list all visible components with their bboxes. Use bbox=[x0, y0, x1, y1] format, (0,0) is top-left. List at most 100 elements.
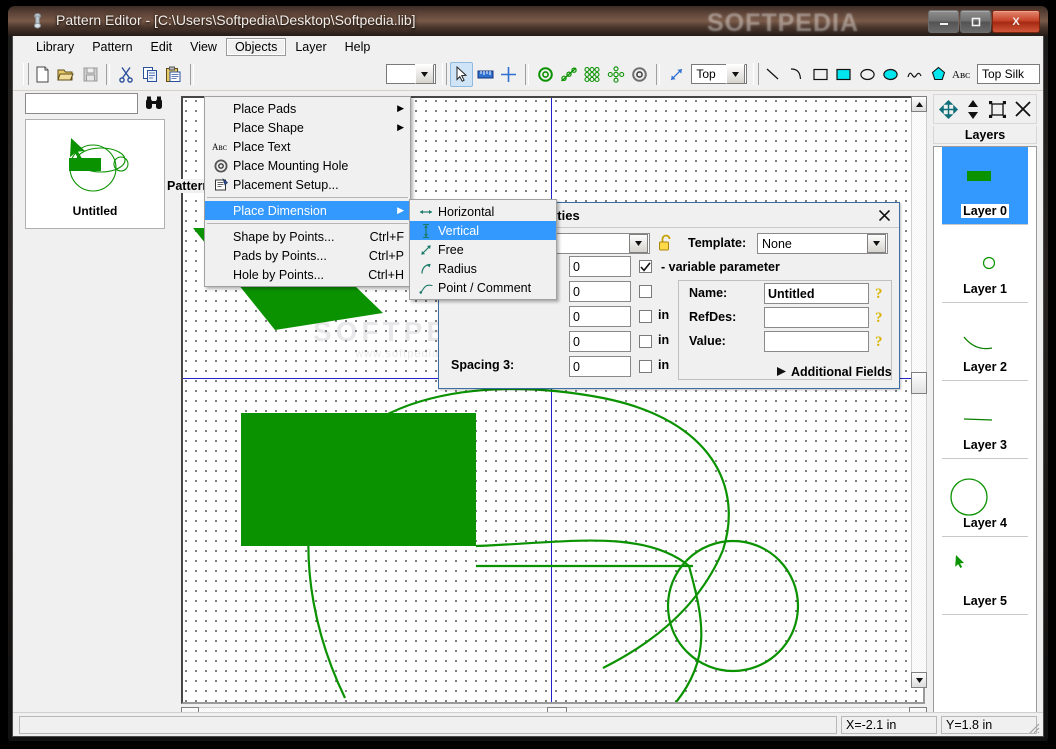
toolbar-grip-3[interactable] bbox=[753, 63, 759, 85]
submenu-label: Vertical bbox=[438, 223, 479, 238]
layer-item-2[interactable]: Layer 2 bbox=[942, 303, 1028, 381]
scroll-down-button[interactable] bbox=[911, 672, 927, 688]
layers-list[interactable]: Layer 0 Layer 1 Layer 2 Layer 3 Layer 4 … bbox=[933, 146, 1037, 728]
copy-button[interactable] bbox=[139, 62, 162, 87]
measure-button[interactable] bbox=[474, 62, 497, 87]
cut-button[interactable] bbox=[115, 62, 138, 87]
menu-edit[interactable]: Edit bbox=[142, 38, 182, 56]
layer-item-5[interactable]: Layer 5 bbox=[942, 537, 1028, 615]
menu-library[interactable]: Library bbox=[27, 38, 83, 56]
triangle-right-icon[interactable] bbox=[777, 367, 786, 376]
place-pads-radial-button[interactable] bbox=[605, 62, 628, 87]
draw-ellipse-button[interactable] bbox=[856, 62, 879, 87]
menu-item-place-dimension[interactable]: Place Dimension ▶ bbox=[205, 201, 410, 220]
draw-polyline-button[interactable] bbox=[903, 62, 926, 87]
param-input-2[interactable] bbox=[569, 306, 631, 327]
submenu-item-free[interactable]: Free bbox=[410, 240, 556, 259]
template-combo[interactable]: None bbox=[757, 233, 888, 254]
menu-item-place-pads[interactable]: Place Pads ▶ bbox=[205, 99, 410, 118]
menu-item-placement-setup[interactable]: Placement Setup... bbox=[205, 175, 410, 194]
open-file-button[interactable] bbox=[55, 62, 78, 87]
zoom-combo[interactable] bbox=[386, 64, 436, 84]
layer-item-1[interactable]: Layer 1 bbox=[942, 225, 1028, 303]
draw-rectangle-button[interactable] bbox=[809, 62, 832, 87]
layer-thumbnail bbox=[963, 336, 993, 350]
draw-rectangle-filled-button[interactable] bbox=[832, 62, 855, 87]
menu-item-pads-by-points[interactable]: Pads by Points... Ctrl+P bbox=[205, 246, 410, 265]
menu-item-hole-by-points[interactable]: Hole by Points... Ctrl+H bbox=[205, 265, 410, 284]
delete-x-icon[interactable] bbox=[1014, 100, 1032, 118]
menu-item-place-mounting-hole[interactable]: Place Mounting Hole bbox=[205, 156, 410, 175]
param-checkbox-1[interactable] bbox=[639, 285, 652, 298]
placement-setup-icon bbox=[211, 176, 231, 193]
param-checkbox-2[interactable] bbox=[639, 310, 652, 323]
crosshair-button[interactable] bbox=[498, 62, 521, 87]
submenu-item-horizontal[interactable]: Horizontal bbox=[410, 202, 556, 221]
question-mark-icon[interactable]: ? bbox=[875, 285, 887, 301]
menu-item-place-text[interactable]: Aʙᴄ Place Text bbox=[205, 137, 410, 156]
move-cross-icon[interactable] bbox=[938, 99, 959, 120]
place-text-button[interactable]: Aʙᴄ bbox=[950, 62, 973, 87]
save-file-button[interactable] bbox=[79, 62, 102, 87]
submenu-item-radius[interactable]: Radius bbox=[410, 259, 556, 278]
menu-pattern[interactable]: Pattern bbox=[83, 38, 141, 56]
vertical-scroll-thumb[interactable] bbox=[911, 372, 927, 394]
new-file-button[interactable] bbox=[32, 62, 55, 87]
submenu-item-vertical[interactable]: Vertical bbox=[410, 221, 556, 240]
layer-combo[interactable]: Top bbox=[691, 64, 748, 84]
menu-layer[interactable]: Layer bbox=[286, 38, 335, 56]
search-input[interactable] bbox=[25, 93, 138, 114]
minimize-button[interactable] bbox=[928, 10, 959, 33]
draw-line-button[interactable] bbox=[762, 62, 785, 87]
layer-item-4[interactable]: Layer 4 bbox=[942, 459, 1028, 537]
menu-view[interactable]: View bbox=[181, 38, 226, 56]
param-checkbox-3[interactable] bbox=[639, 335, 652, 348]
place-pads-line-button[interactable] bbox=[558, 62, 581, 87]
menu-separator bbox=[207, 223, 408, 224]
place-pad-button[interactable] bbox=[534, 62, 557, 87]
fit-selection-icon[interactable] bbox=[988, 100, 1007, 119]
draw-arc-button[interactable] bbox=[785, 62, 808, 87]
padlock-open-icon[interactable] bbox=[658, 233, 674, 253]
place-pads-matrix-button[interactable] bbox=[581, 62, 604, 87]
layer-item-0[interactable]: Layer 0 bbox=[942, 147, 1028, 225]
param-input-4[interactable] bbox=[569, 356, 631, 377]
toolbar-grip[interactable] bbox=[23, 63, 29, 85]
pattern-list[interactable]: Untitled bbox=[25, 119, 165, 229]
draw-polygon-button[interactable] bbox=[927, 62, 950, 87]
param-input-3[interactable] bbox=[569, 331, 631, 352]
param-checkbox-0[interactable] bbox=[639, 260, 652, 273]
question-mark-icon[interactable]: ? bbox=[875, 333, 887, 349]
value-input[interactable] bbox=[764, 331, 869, 352]
close-button[interactable]: X bbox=[992, 10, 1040, 33]
refdes-input[interactable] bbox=[764, 307, 869, 328]
place-dimension-button[interactable] bbox=[665, 62, 688, 87]
up-down-arrows-icon[interactable] bbox=[966, 99, 980, 120]
submenu-item-point-comment[interactable]: Point / Comment bbox=[410, 278, 556, 297]
place-mounting-hole-button[interactable] bbox=[628, 62, 651, 87]
maximize-button[interactable] bbox=[960, 10, 991, 33]
menu-item-place-shape[interactable]: Place Shape ▶ bbox=[205, 118, 410, 137]
select-arrow-button[interactable] bbox=[450, 61, 473, 87]
menu-help[interactable]: Help bbox=[336, 38, 380, 56]
pattern-thumbnail-item[interactable]: Untitled bbox=[26, 120, 164, 228]
toolbar-grip-2[interactable] bbox=[441, 63, 448, 85]
properties-close-button[interactable] bbox=[876, 207, 892, 223]
resize-grip-icon[interactable] bbox=[1026, 720, 1040, 734]
paste-button[interactable] bbox=[162, 62, 185, 87]
binoculars-icon[interactable] bbox=[145, 95, 163, 111]
menu-objects[interactable]: Objects bbox=[225, 38, 287, 56]
scroll-up-button[interactable] bbox=[911, 96, 927, 112]
param-input-1[interactable] bbox=[569, 281, 631, 302]
param-input-0[interactable] bbox=[569, 256, 631, 277]
menu-item-shape-by-points[interactable]: Shape by Points... Ctrl+F bbox=[205, 227, 410, 246]
menu-label: Shape by Points... bbox=[233, 229, 335, 244]
silk-combo[interactable]: Top Silk bbox=[976, 64, 1040, 84]
question-mark-icon[interactable]: ? bbox=[875, 309, 887, 325]
canvas-vertical-scrollbar[interactable] bbox=[911, 96, 927, 688]
param-checkbox-4[interactable] bbox=[639, 360, 652, 373]
name-input[interactable] bbox=[764, 283, 869, 304]
layer-item-3[interactable]: Layer 3 bbox=[942, 381, 1028, 459]
pads-radial-icon bbox=[607, 65, 625, 83]
draw-ellipse-filled-button[interactable] bbox=[880, 62, 903, 87]
